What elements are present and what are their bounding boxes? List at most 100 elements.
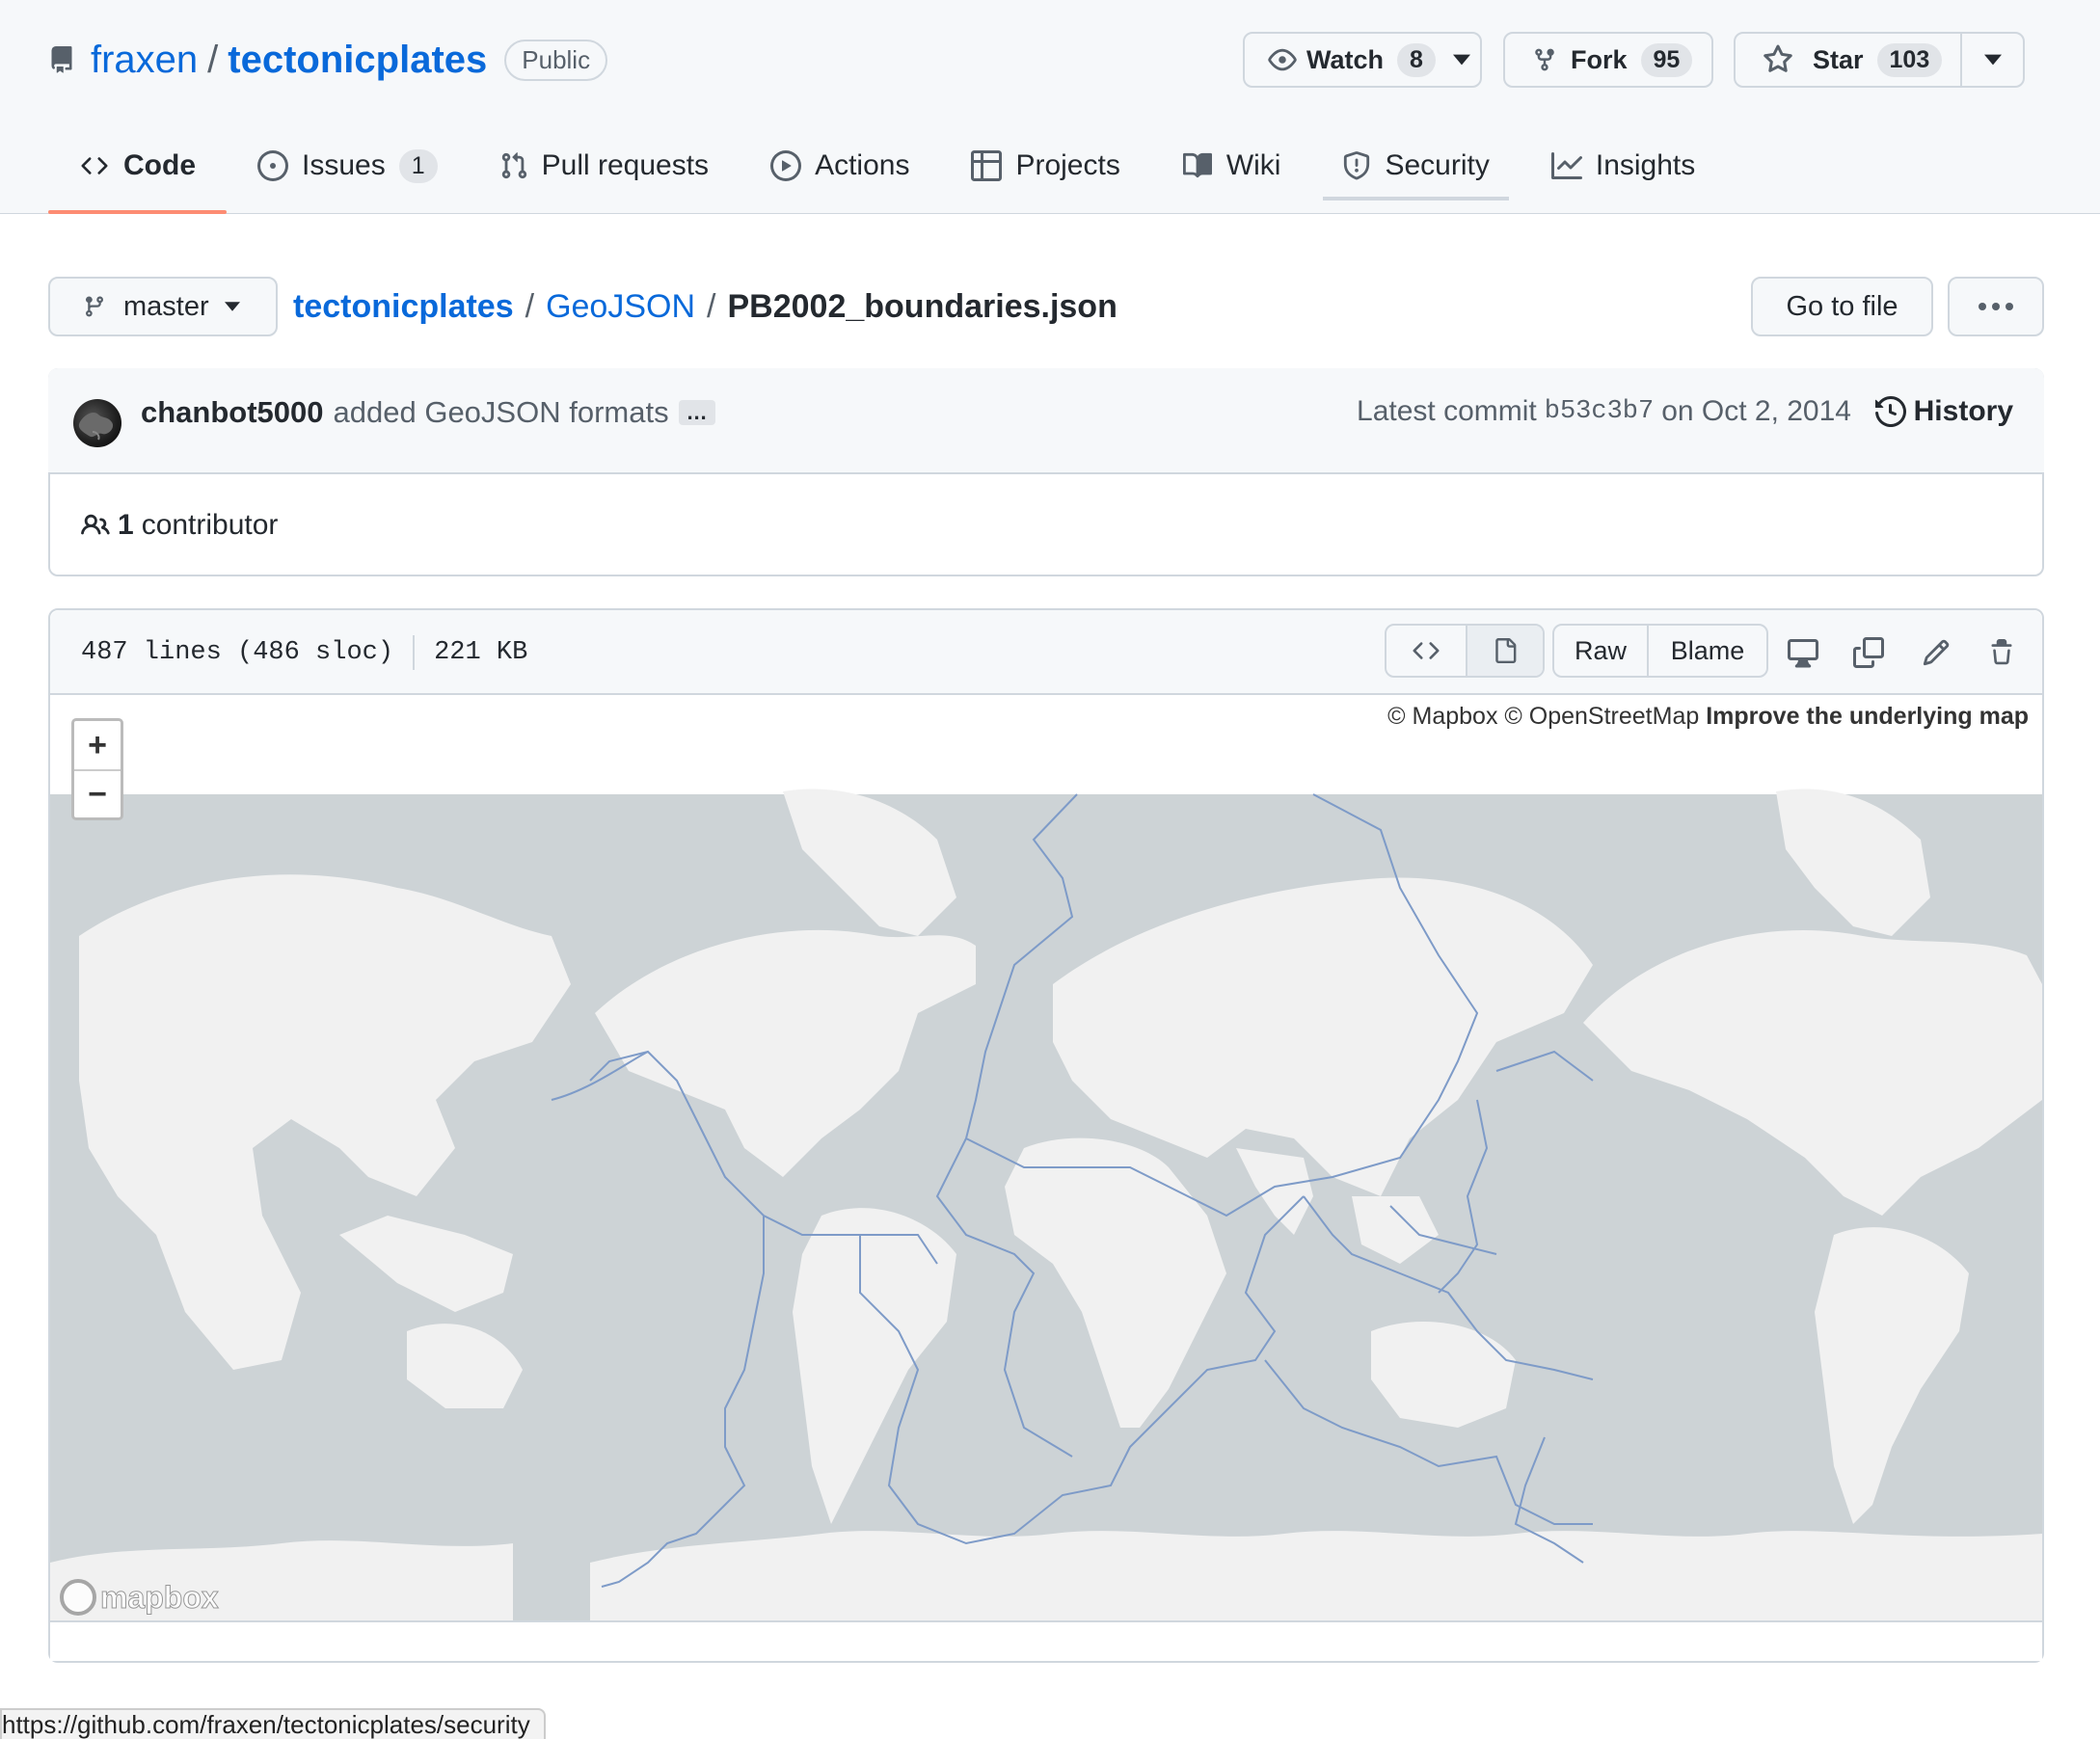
file-info-divider (413, 635, 416, 670)
fork-icon (1532, 45, 1557, 74)
zoom-controls: + − (71, 718, 123, 820)
tab-label: Code (123, 149, 196, 181)
table-icon (971, 150, 1003, 181)
view-toggle (1385, 624, 1545, 678)
breadcrumb: tectonicplates / GeoJSON / PB2002_bounda… (293, 280, 1117, 334)
people-icon (79, 511, 112, 540)
code-icon (1411, 637, 1441, 664)
repo-title-separator: / (207, 38, 219, 81)
tab-label: Pull requests (541, 149, 710, 181)
issues-count: 1 (398, 148, 438, 183)
watch-label: Watch (1306, 44, 1384, 74)
watch-count: 8 (1397, 42, 1436, 77)
tab-actions[interactable]: Actions (740, 135, 940, 197)
raw-button[interactable]: Raw (1554, 626, 1647, 676)
copy-raw-button[interactable] (1845, 629, 1892, 676)
trash-icon (1988, 637, 2015, 668)
caret-down-icon (1983, 54, 2002, 66)
blame-button[interactable]: Blame (1647, 626, 1766, 676)
tab-security[interactable]: Security (1311, 135, 1520, 197)
history-link[interactable]: History (1874, 395, 2013, 428)
breadcrumb-separator: / (707, 287, 716, 325)
mapbox-logo[interactable]: mapbox (60, 1579, 219, 1616)
star-label: Star (1813, 44, 1864, 74)
commit-sha-link[interactable]: b53c3b7 (1545, 397, 1654, 426)
caret-down-icon (224, 302, 240, 311)
code-icon (79, 152, 110, 179)
repo-title: fraxen / tectonicplates Public (48, 33, 608, 87)
book-icon (1182, 151, 1213, 180)
more-options-button[interactable] (1948, 277, 2044, 336)
file-header: 487 lines (486 sloc) 221 KB Raw Blame (50, 610, 2042, 695)
repo-header: fraxen / tectonicplates Public Watch 8 F… (0, 0, 2100, 214)
watch-button[interactable]: Watch 8 (1243, 32, 1482, 88)
tab-projects[interactable]: Projects (940, 135, 1150, 197)
tab-issues[interactable]: Issues 1 (227, 135, 469, 197)
tab-label: Projects (1015, 149, 1120, 181)
latest-commit-bar: chanbot5000 added GeoJSON formats … Late… (48, 368, 2044, 474)
branch-selector[interactable]: master (48, 277, 278, 336)
breadcrumb-filename: PB2002_boundaries.json (727, 287, 1117, 325)
tab-label: Issues (302, 149, 386, 181)
commit-message-link[interactable]: added GeoJSON formats (334, 395, 669, 430)
latest-commit-info: Latest commit b53c3b7 on Oct 2, 2014 (1357, 395, 1851, 428)
file-size: 221 KB (434, 638, 528, 667)
history-label: History (1913, 395, 2013, 427)
tab-insights[interactable]: Insights (1521, 135, 1726, 197)
status-bar-url: https://github.com/fraxen/tectonicplates… (0, 1708, 546, 1739)
breadcrumb-folder-link[interactable]: GeoJSON (546, 288, 695, 326)
avatar[interactable] (73, 399, 121, 447)
contributors-count: 1 (118, 509, 134, 541)
attribution-text[interactable]: © Mapbox © OpenStreetMap (1387, 703, 1699, 730)
world-map[interactable] (50, 695, 2042, 1620)
delete-file-button[interactable] (1979, 629, 2025, 676)
tab-wiki[interactable]: Wiki (1151, 135, 1312, 197)
repo-name-link[interactable]: tectonicplates (228, 39, 487, 82)
tab-pull-requests[interactable]: Pull requests (469, 135, 740, 197)
rendered-view-button[interactable] (1466, 626, 1543, 676)
mapbox-logo-text: mapbox (100, 1579, 220, 1615)
breadcrumb-repo-link[interactable]: tectonicplates (293, 288, 514, 326)
repo-owner-link[interactable]: fraxen (91, 39, 198, 82)
zoom-in-button[interactable]: + (74, 721, 121, 769)
file-icon (1493, 635, 1518, 666)
copy-icon (1853, 637, 1884, 668)
go-to-file-button[interactable]: Go to file (1751, 277, 1933, 336)
mapbox-logo-icon (60, 1579, 96, 1616)
fork-count: 95 (1640, 42, 1693, 77)
tab-label: Actions (815, 149, 910, 181)
repo-icon (48, 43, 75, 76)
zoom-out-button[interactable]: − (74, 769, 121, 817)
play-icon (770, 150, 802, 181)
star-count: 103 (1876, 42, 1943, 77)
star-list-dropdown[interactable] (1962, 34, 2023, 86)
edit-file-button[interactable] (1913, 629, 1959, 676)
improve-map-link[interactable]: Improve the underlying map (1706, 703, 2029, 730)
shield-icon (1342, 150, 1371, 181)
branch-name: master (123, 290, 209, 322)
source-view-button[interactable] (1387, 626, 1466, 676)
eye-icon (1268, 45, 1297, 74)
contributors-label: contributor (141, 509, 279, 541)
commit-message: chanbot5000 added GeoJSON formats … (141, 395, 715, 430)
kebab-horizontal-icon (1979, 303, 2013, 310)
tab-code[interactable]: Code (48, 135, 227, 214)
commit-author-link[interactable]: chanbot5000 (141, 395, 324, 430)
repo-tabs: Code Issues 1 Pull requests Actions Proj… (48, 135, 1726, 214)
tab-label: Insights (1595, 149, 1696, 181)
graph-icon (1550, 150, 1582, 181)
caret-down-icon (1452, 54, 1470, 66)
pencil-icon (1922, 638, 1951, 667)
fork-button[interactable]: Fork 95 (1503, 32, 1713, 88)
commit-date: on Oct 2, 2014 (1661, 395, 1851, 427)
map-attribution: © Mapbox © OpenStreetMap Improve the und… (1384, 701, 2033, 733)
pull-request-icon (499, 150, 528, 181)
raw-blame-group: Raw Blame (1552, 624, 1768, 678)
expand-commit-button[interactable]: … (678, 400, 715, 425)
contributors[interactable]: 1 contributor (79, 509, 278, 542)
issue-icon (257, 150, 288, 181)
tab-label: Security (1385, 149, 1490, 181)
open-desktop-button[interactable] (1780, 629, 1826, 676)
map-view[interactable]: © Mapbox © OpenStreetMap Improve the und… (50, 695, 2042, 1620)
latest-commit-label: Latest commit (1357, 395, 1537, 427)
